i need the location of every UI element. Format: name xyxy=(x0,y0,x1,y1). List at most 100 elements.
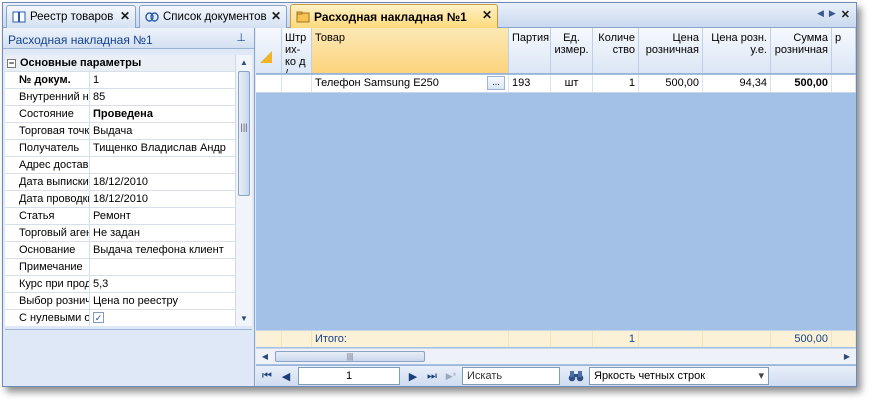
tab-invoice[interactable]: Расходная накладная №1 ✕ xyxy=(290,4,498,29)
property-row[interactable]: Курс при прода:5,3 xyxy=(5,276,235,293)
chevron-down-icon: ▾ xyxy=(758,370,764,382)
property-row[interactable]: Торговый агент Не задан xyxy=(5,225,235,242)
cell-extra[interactable] xyxy=(832,75,856,92)
horizontal-scrollbar[interactable]: ◀ ||| ▶ xyxy=(256,348,856,364)
tab-close-icon[interactable]: ✕ xyxy=(841,8,850,21)
cell-unit[interactable]: шт xyxy=(551,75,593,92)
column-header-extra[interactable]: р xyxy=(832,28,856,73)
property-value[interactable]: 85 xyxy=(90,89,235,105)
property-value[interactable]: Не задан xyxy=(90,225,235,241)
scroll-right-icon[interactable]: ▶ xyxy=(840,349,854,364)
property-value[interactable]: 18/12/2010 xyxy=(90,174,235,190)
property-value[interactable]: 18/12/2010 xyxy=(90,191,235,207)
property-label: Адрес доставки xyxy=(5,157,90,173)
property-row[interactable]: Статья Ремонт xyxy=(5,208,235,225)
property-value[interactable]: Ремонт xyxy=(90,208,235,224)
panel-header: Расходная накладная №1 ⊥ xyxy=(3,28,254,49)
checkbox-icon[interactable]: ✓ xyxy=(93,312,104,323)
property-row[interactable]: Адрес доставки xyxy=(5,157,235,174)
totals-row: Итого: 1 500,00 xyxy=(256,330,856,347)
collapse-icon[interactable]: − xyxy=(7,58,16,68)
property-value[interactable] xyxy=(90,157,235,173)
property-label: Выбор розничн xyxy=(5,293,90,309)
column-header-product[interactable]: Товар xyxy=(312,28,509,73)
total-cell-sum: 500,00 xyxy=(771,331,832,347)
property-value[interactable]: Тищенко Владислав Андр xyxy=(90,140,235,156)
total-cell-product: Итого: xyxy=(312,331,509,347)
property-value[interactable]: Проведена xyxy=(90,106,235,122)
property-row[interactable]: № докум. 1 xyxy=(5,72,235,89)
property-label: Статья xyxy=(5,208,90,224)
property-label: Торговая точка xyxy=(5,123,90,139)
cell-marker[interactable] xyxy=(256,75,282,92)
property-row[interactable]: Примечание xyxy=(5,259,235,276)
tab-prev-icon[interactable]: ◀ xyxy=(817,8,824,21)
prev-record-button[interactable]: ◀ xyxy=(278,368,294,384)
property-row[interactable]: Дата выписки 18/12/2010 xyxy=(5,174,235,191)
category-header[interactable]: − Основные параметры xyxy=(5,55,235,72)
column-header-batch[interactable]: Партия xyxy=(509,28,551,73)
total-cell-extra xyxy=(832,331,856,347)
property-row[interactable]: Выбор розничн Цена по реестру xyxy=(5,293,235,310)
pin-icon[interactable]: ⊥ xyxy=(236,31,246,44)
property-value[interactable]: 1 xyxy=(90,72,235,88)
column-header-barcode[interactable]: Штр их-ко д / xyxy=(282,28,312,73)
tab-next-icon[interactable]: ▶ xyxy=(829,8,836,21)
search-input[interactable]: Искать xyxy=(462,367,560,385)
page-number-field[interactable]: 1 xyxy=(298,367,400,385)
close-icon[interactable]: ✕ xyxy=(271,9,281,23)
column-header-price[interactable]: Цена розничная xyxy=(639,28,703,73)
property-row[interactable]: Получатель Тищенко Владислав Андр xyxy=(5,140,235,157)
column-header-sum[interactable]: Сумма розничная xyxy=(771,28,832,73)
property-value[interactable]: Цена по реестру xyxy=(90,293,235,309)
property-value[interactable]: 5,3 xyxy=(90,276,235,292)
scroll-left-icon[interactable]: ◀ xyxy=(258,349,272,364)
brightness-dropdown[interactable]: Яркость четных строк ▾ xyxy=(589,367,769,385)
binoculars-icon[interactable] xyxy=(566,368,586,384)
book-icon xyxy=(12,11,26,23)
cell-qty[interactable]: 1 xyxy=(593,75,639,92)
close-icon[interactable]: ✕ xyxy=(120,9,130,23)
scroll-thumb[interactable]: ||| xyxy=(238,71,250,196)
property-row[interactable]: Торговая точка Выдача xyxy=(5,123,235,140)
property-value[interactable] xyxy=(90,259,235,275)
vertical-scrollbar[interactable]: ▲ ||| ▼ xyxy=(235,55,252,326)
property-row[interactable]: Дата проводки 18/12/2010 xyxy=(5,191,235,208)
scroll-down-icon[interactable]: ▼ xyxy=(236,311,252,326)
tab-document-list[interactable]: Список документов ✕ xyxy=(139,5,287,28)
last-record-button[interactable]: ⏭ xyxy=(424,368,440,384)
property-value[interactable]: Выдача телефона клиент xyxy=(90,242,235,258)
properties-panel: Расходная накладная №1 ⊥ − Основные пара… xyxy=(3,28,255,386)
new-record-button[interactable]: ▶* xyxy=(443,368,459,384)
property-row[interactable]: С нулевыми ост✓ xyxy=(5,310,235,326)
column-header-marker[interactable] xyxy=(256,28,282,73)
cell-batch[interactable]: 193 xyxy=(509,75,551,92)
property-label: Курс при прода: xyxy=(5,276,90,292)
scroll-up-icon[interactable]: ▲ xyxy=(236,55,252,70)
next-record-button[interactable]: ▶ xyxy=(405,368,421,384)
column-header-price_ue[interactable]: Цена розн. у.е. xyxy=(703,28,771,73)
cell-price[interactable]: 500,00 xyxy=(639,75,703,92)
property-row[interactable]: Состояние Проведена xyxy=(5,106,235,123)
total-cell-price_ue xyxy=(703,331,771,347)
binoculars-icon-shape xyxy=(568,371,584,382)
close-icon[interactable]: ✕ xyxy=(482,8,492,22)
cell-barcode[interactable] xyxy=(282,75,312,92)
property-label: Дата проводки xyxy=(5,191,90,207)
property-row[interactable]: Внутренний ном85 xyxy=(5,89,235,106)
column-header-unit[interactable]: Ед. измер. xyxy=(551,28,593,73)
property-value[interactable]: Выдача xyxy=(90,123,235,139)
cell-sum[interactable]: 500,00 xyxy=(771,75,832,92)
table-row[interactable]: Телефон Samsung E250... 193 шт 1 500,00 94,34… xyxy=(256,75,856,93)
property-checkbox[interactable]: ✓ xyxy=(90,310,235,326)
tab-product-registry[interactable]: Реестр товаров ✕ xyxy=(6,5,136,28)
column-header-qty[interactable]: Количе ство xyxy=(593,28,639,73)
first-record-button[interactable]: ⏮ xyxy=(259,368,275,384)
cell-text: Телефон Samsung E250 xyxy=(315,77,439,89)
cell-price_ue[interactable]: 94,34 xyxy=(703,75,771,92)
property-label: № докум. xyxy=(5,72,90,88)
property-row[interactable]: Основание Выдача телефона клиент xyxy=(5,242,235,259)
scroll-thumb[interactable]: ||| xyxy=(275,351,425,362)
ellipsis-button[interactable]: ... xyxy=(487,76,505,90)
cell-product[interactable]: Телефон Samsung E250... xyxy=(312,75,509,92)
